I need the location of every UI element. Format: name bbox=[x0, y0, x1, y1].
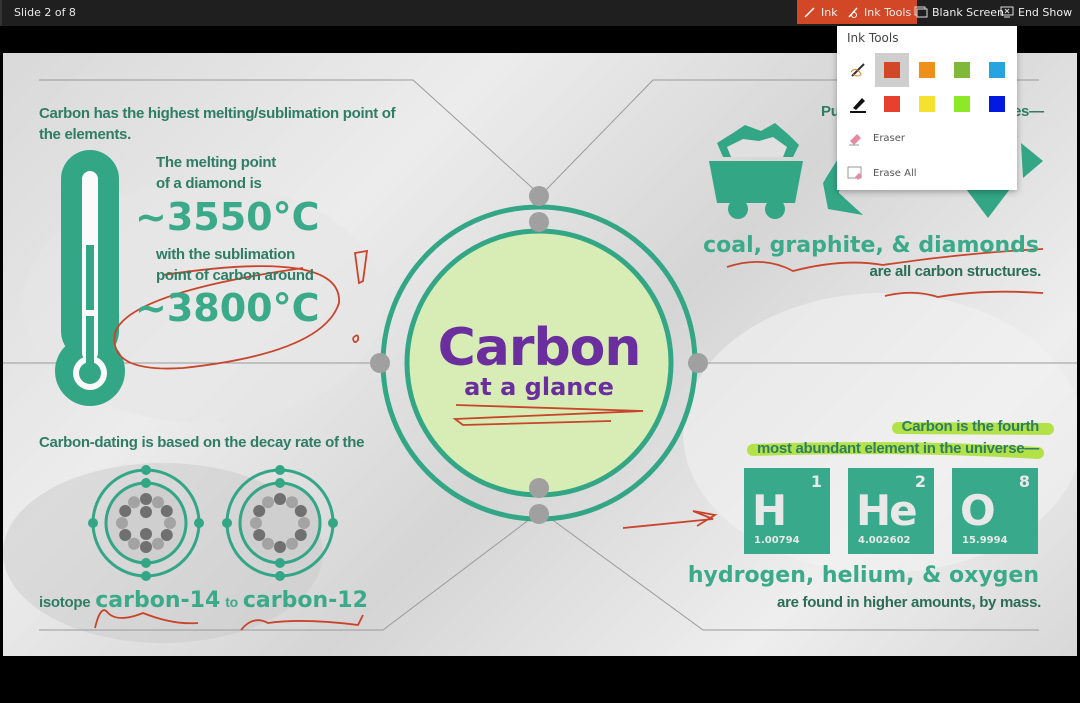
nucleon bbox=[262, 537, 274, 550]
highlighter-color-swatch[interactable] bbox=[910, 87, 944, 121]
isotope-prefix: isotope bbox=[39, 594, 91, 611]
end-show-icon bbox=[1000, 6, 1014, 18]
color-chip bbox=[989, 62, 1005, 78]
ink-tools-button[interactable]: Ink Tools bbox=[840, 0, 918, 24]
coal-cart-icon bbox=[709, 123, 803, 219]
nucleon bbox=[253, 529, 266, 541]
nucleon bbox=[119, 529, 132, 541]
abundance-heading: hydrogen, helium, & oxygen bbox=[687, 563, 1039, 588]
color-chip bbox=[919, 62, 935, 78]
isotope-carbon-12: carbon-12 bbox=[242, 588, 368, 613]
eraser-icon bbox=[849, 134, 861, 146]
isotope-joiner: to bbox=[225, 594, 238, 610]
melting-intro: Carbon has the highest melting/sublimati… bbox=[39, 105, 396, 143]
ink-label: Ink bbox=[821, 5, 838, 19]
slide-counter: Slide 2 of 8 bbox=[14, 6, 76, 19]
ink-tools-label: Ink Tools bbox=[864, 5, 912, 19]
highlighter-color-swatch[interactable] bbox=[945, 87, 979, 121]
nucleon bbox=[128, 537, 140, 550]
ink-tools-icon bbox=[848, 7, 858, 18]
ink-tools-menu-title: Ink Tools bbox=[847, 31, 899, 45]
element-tile-helium: 2 He 4.002602 bbox=[848, 468, 934, 554]
nucleon bbox=[140, 541, 152, 553]
erase-all-button[interactable]: Erase All bbox=[847, 161, 917, 185]
structures-caption: are all carbon structures. bbox=[869, 263, 1042, 280]
nucleon bbox=[294, 505, 307, 517]
pen-color-swatch[interactable] bbox=[980, 53, 1014, 87]
eraser-label: Eraser bbox=[873, 132, 906, 144]
erase-all-label: Erase All bbox=[873, 167, 917, 179]
pen-color-swatch[interactable] bbox=[875, 53, 909, 87]
nucleon bbox=[253, 505, 266, 517]
nucleon bbox=[160, 529, 173, 541]
dating-intro: Carbon-dating is based on the decay rate… bbox=[39, 434, 365, 451]
ink-tools-menu: Ink Tools Eraser Erase All bbox=[837, 26, 1017, 190]
erase-all-icon bbox=[847, 166, 862, 180]
color-chip bbox=[884, 96, 900, 112]
nucleon bbox=[298, 517, 310, 529]
nucleon bbox=[274, 541, 286, 553]
color-chip bbox=[989, 96, 1005, 112]
color-chip bbox=[919, 96, 935, 112]
slide-title: Carbon bbox=[437, 318, 642, 378]
nucleon bbox=[140, 506, 152, 518]
isotope-carbon-14: carbon-14 bbox=[95, 588, 221, 613]
isotope-line: isotope carbon-14 to carbon-12 bbox=[39, 588, 368, 613]
slide-subtitle: at a glance bbox=[464, 373, 614, 401]
pen-color-swatch[interactable] bbox=[945, 53, 979, 87]
slideshow-toolbar: Slide 2 of 8 Ink Ink Tools Blank Screen … bbox=[0, 0, 1080, 26]
end-show-label: End Show bbox=[1018, 5, 1073, 19]
nucleon bbox=[164, 517, 176, 529]
blank-screen-icon bbox=[914, 6, 928, 18]
pen-icon bbox=[804, 7, 815, 18]
nucleon bbox=[286, 496, 298, 509]
nucleon bbox=[116, 517, 128, 529]
color-chip bbox=[954, 62, 970, 78]
structures-heading: coal, graphite, & diamonds bbox=[703, 233, 1039, 258]
thermometer-icon bbox=[55, 150, 125, 406]
pen-icon bbox=[850, 63, 865, 77]
nucleon bbox=[140, 493, 152, 505]
highlighter-color-swatch[interactable] bbox=[980, 87, 1014, 121]
nucleon bbox=[274, 493, 286, 505]
nucleon bbox=[152, 537, 164, 550]
color-chip bbox=[884, 62, 900, 78]
abundance-line2: most abundant element in the universe— bbox=[757, 440, 1039, 457]
diamond-caption: The melting point of a diamond is bbox=[156, 154, 276, 192]
element-tile-oxygen: 8 O 15.9994 bbox=[952, 468, 1038, 554]
sublimation-temperature: ~3800°C bbox=[135, 286, 320, 330]
nucleon bbox=[140, 528, 152, 540]
element-tile-hydrogen: 1 H 1.00794 bbox=[744, 468, 830, 554]
abundance-line1: Carbon is the fourth bbox=[901, 418, 1040, 435]
eraser-button[interactable]: Eraser bbox=[847, 126, 905, 150]
pen-tool-button[interactable] bbox=[841, 53, 875, 87]
structures-intro-right: es— bbox=[1013, 103, 1044, 120]
highlighter-tool-button[interactable] bbox=[841, 87, 875, 121]
nucleon bbox=[250, 517, 262, 529]
nucleon bbox=[152, 496, 164, 509]
ink-button[interactable]: Ink bbox=[797, 0, 844, 24]
pen-color-swatch[interactable] bbox=[910, 53, 944, 87]
highlighter-color-swatch[interactable] bbox=[875, 87, 909, 121]
color-chip bbox=[954, 96, 970, 112]
nucleon bbox=[262, 496, 274, 509]
end-show-button[interactable]: End Show bbox=[994, 0, 1078, 24]
diamond-temperature: ~3550°C bbox=[135, 195, 320, 239]
nucleon bbox=[119, 505, 132, 517]
nucleon bbox=[160, 505, 173, 517]
nucleon bbox=[128, 496, 140, 509]
abundance-caption: are found in higher amounts, by mass. bbox=[777, 594, 1041, 611]
highlighter-icon bbox=[850, 98, 866, 113]
sublimation-caption: with the sublimation point of carbon aro… bbox=[156, 246, 314, 284]
nucleon bbox=[286, 537, 298, 550]
nucleon bbox=[294, 529, 307, 541]
